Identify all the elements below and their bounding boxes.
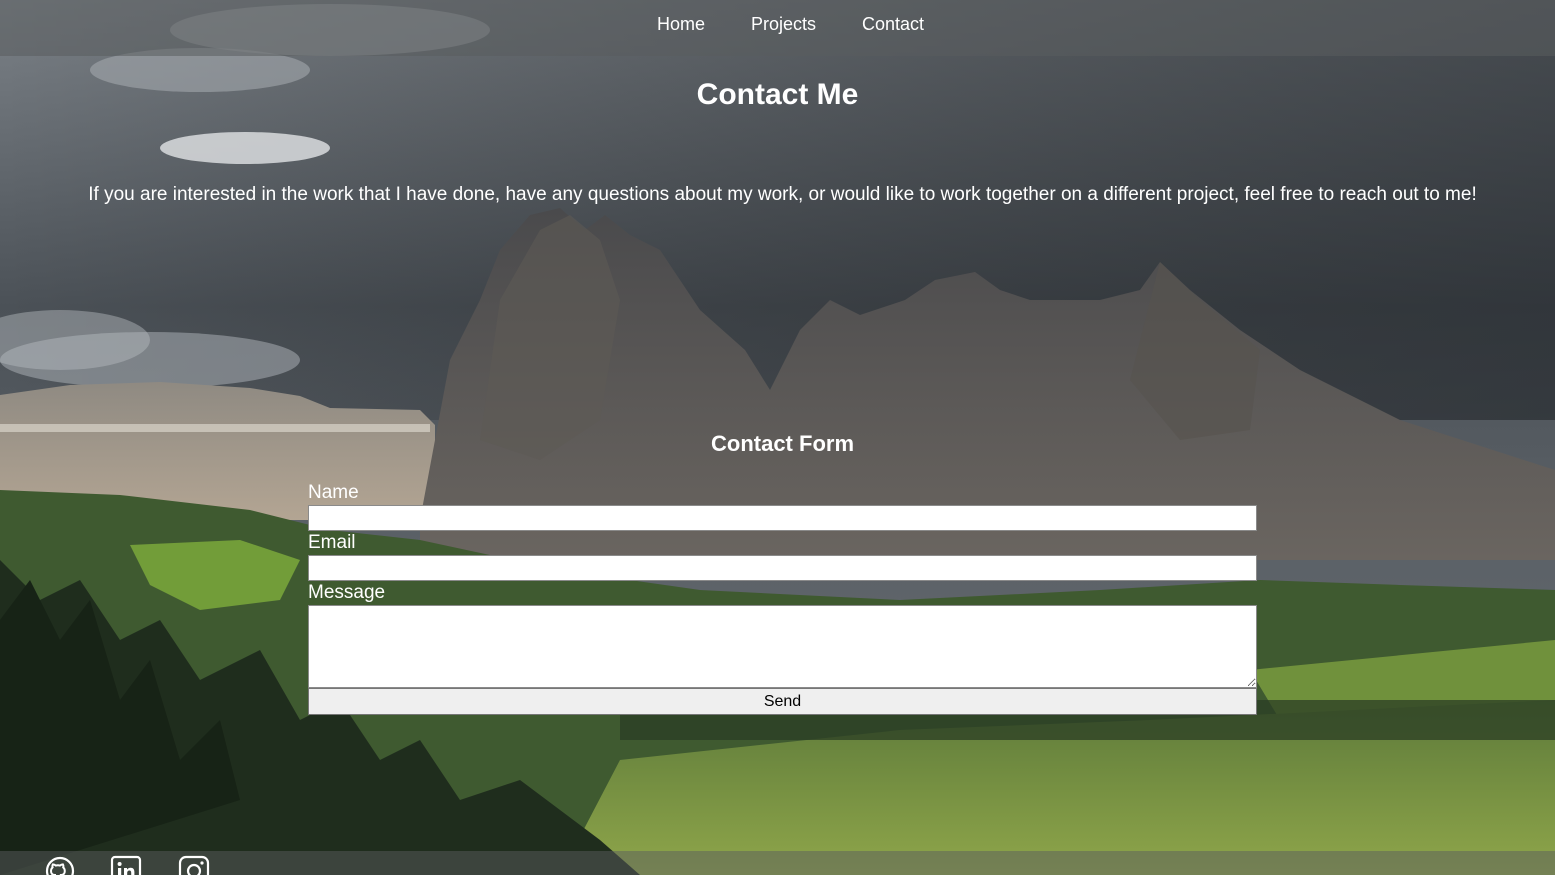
message-field[interactable] bbox=[308, 605, 1257, 688]
linkedin-icon[interactable] bbox=[110, 855, 142, 875]
name-label: Name bbox=[308, 482, 359, 503]
instagram-icon[interactable] bbox=[178, 855, 210, 875]
top-navigation: Home Projects Contact bbox=[0, 0, 1555, 56]
email-field[interactable] bbox=[308, 555, 1257, 581]
nav-link-projects[interactable]: Projects bbox=[751, 14, 816, 35]
github-icon[interactable] bbox=[44, 855, 76, 875]
page-title: Contact Me bbox=[696, 78, 859, 111]
email-label: Email bbox=[308, 532, 356, 553]
send-button[interactable]: Send bbox=[308, 688, 1257, 715]
nav-link-home[interactable]: Home bbox=[657, 14, 705, 35]
contact-form-title: Contact Form bbox=[711, 431, 854, 456]
contact-form: Name Email Message Send bbox=[308, 481, 1257, 715]
intro-text: If you are interested in the work that I… bbox=[88, 184, 1477, 205]
name-field[interactable] bbox=[308, 505, 1257, 531]
nav-link-contact[interactable]: Contact bbox=[862, 14, 924, 35]
message-label: Message bbox=[308, 582, 386, 603]
footer: l bbox=[0, 851, 1555, 875]
